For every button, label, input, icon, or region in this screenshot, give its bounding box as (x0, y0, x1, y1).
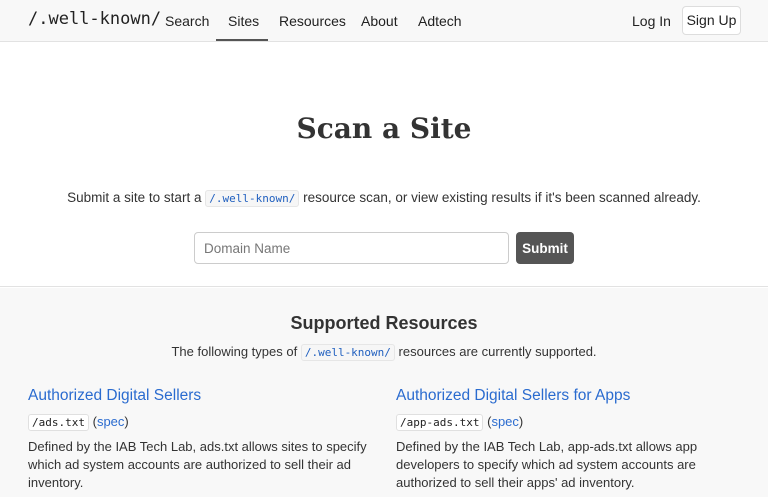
page-title: Scan a Site (296, 112, 472, 145)
navbar: /.well-known/ Search Sites Resources Abo… (0, 0, 768, 42)
res-desc-before: The following types of (171, 344, 298, 359)
nav-search[interactable]: Search (165, 13, 209, 29)
resource-card-ads-txt: Authorized Digital Sellers /ads.txt (spe… (28, 386, 368, 492)
login-link[interactable]: Log In (632, 13, 671, 29)
nav-sites[interactable]: Sites (228, 13, 259, 29)
resource-title-link[interactable]: Authorized Digital Sellers (28, 386, 368, 406)
domain-name-input[interactable] (194, 232, 509, 264)
section-title: Supported Resources (290, 313, 478, 333)
resource-description: Defined by the IAB Tech Lab, app-ads.txt… (396, 439, 698, 490)
file-path-code: /ads.txt (28, 414, 89, 431)
spec-link[interactable]: spec (97, 414, 124, 429)
hero-desc-after: resource scan, or view existing results … (303, 190, 701, 205)
signup-button[interactable]: Sign Up (682, 6, 741, 35)
scan-hero: Scan a Site Submit a site to start a /.w… (0, 42, 768, 287)
resource-title-link[interactable]: Authorized Digital Sellers for Apps (396, 386, 736, 406)
nav-resources[interactable]: Resources (279, 13, 346, 29)
hero-desc-before: Submit a site to start a (67, 190, 202, 205)
resource-card-app-ads-txt: Authorized Digital Sellers for Apps /app… (396, 386, 736, 492)
well-known-code: /.well-known/ (205, 190, 300, 207)
res-desc-after: resources are currently supported. (398, 344, 597, 359)
spec-link[interactable]: spec (491, 414, 518, 429)
section-description: The following types of /.well-known/ res… (0, 344, 768, 361)
submit-button[interactable]: Submit (516, 232, 574, 264)
hero-description: Submit a site to start a /.well-known/ r… (0, 190, 768, 207)
file-path-code: /app-ads.txt (396, 414, 484, 431)
nav-about[interactable]: About (361, 13, 398, 29)
well-known-code: /.well-known/ (300, 344, 395, 361)
resource-description: Defined by the IAB Tech Lab, ads.txt all… (28, 439, 367, 490)
resource-file: /ads.txt (spec) (28, 413, 368, 432)
nav-active-indicator (216, 39, 268, 41)
supported-resources-section: Supported Resources The following types … (0, 288, 768, 497)
brand-logo[interactable]: /.well-known/ (28, 9, 161, 29)
nav-adtech[interactable]: Adtech (418, 13, 462, 29)
resource-file: /app-ads.txt (spec) (396, 413, 736, 432)
